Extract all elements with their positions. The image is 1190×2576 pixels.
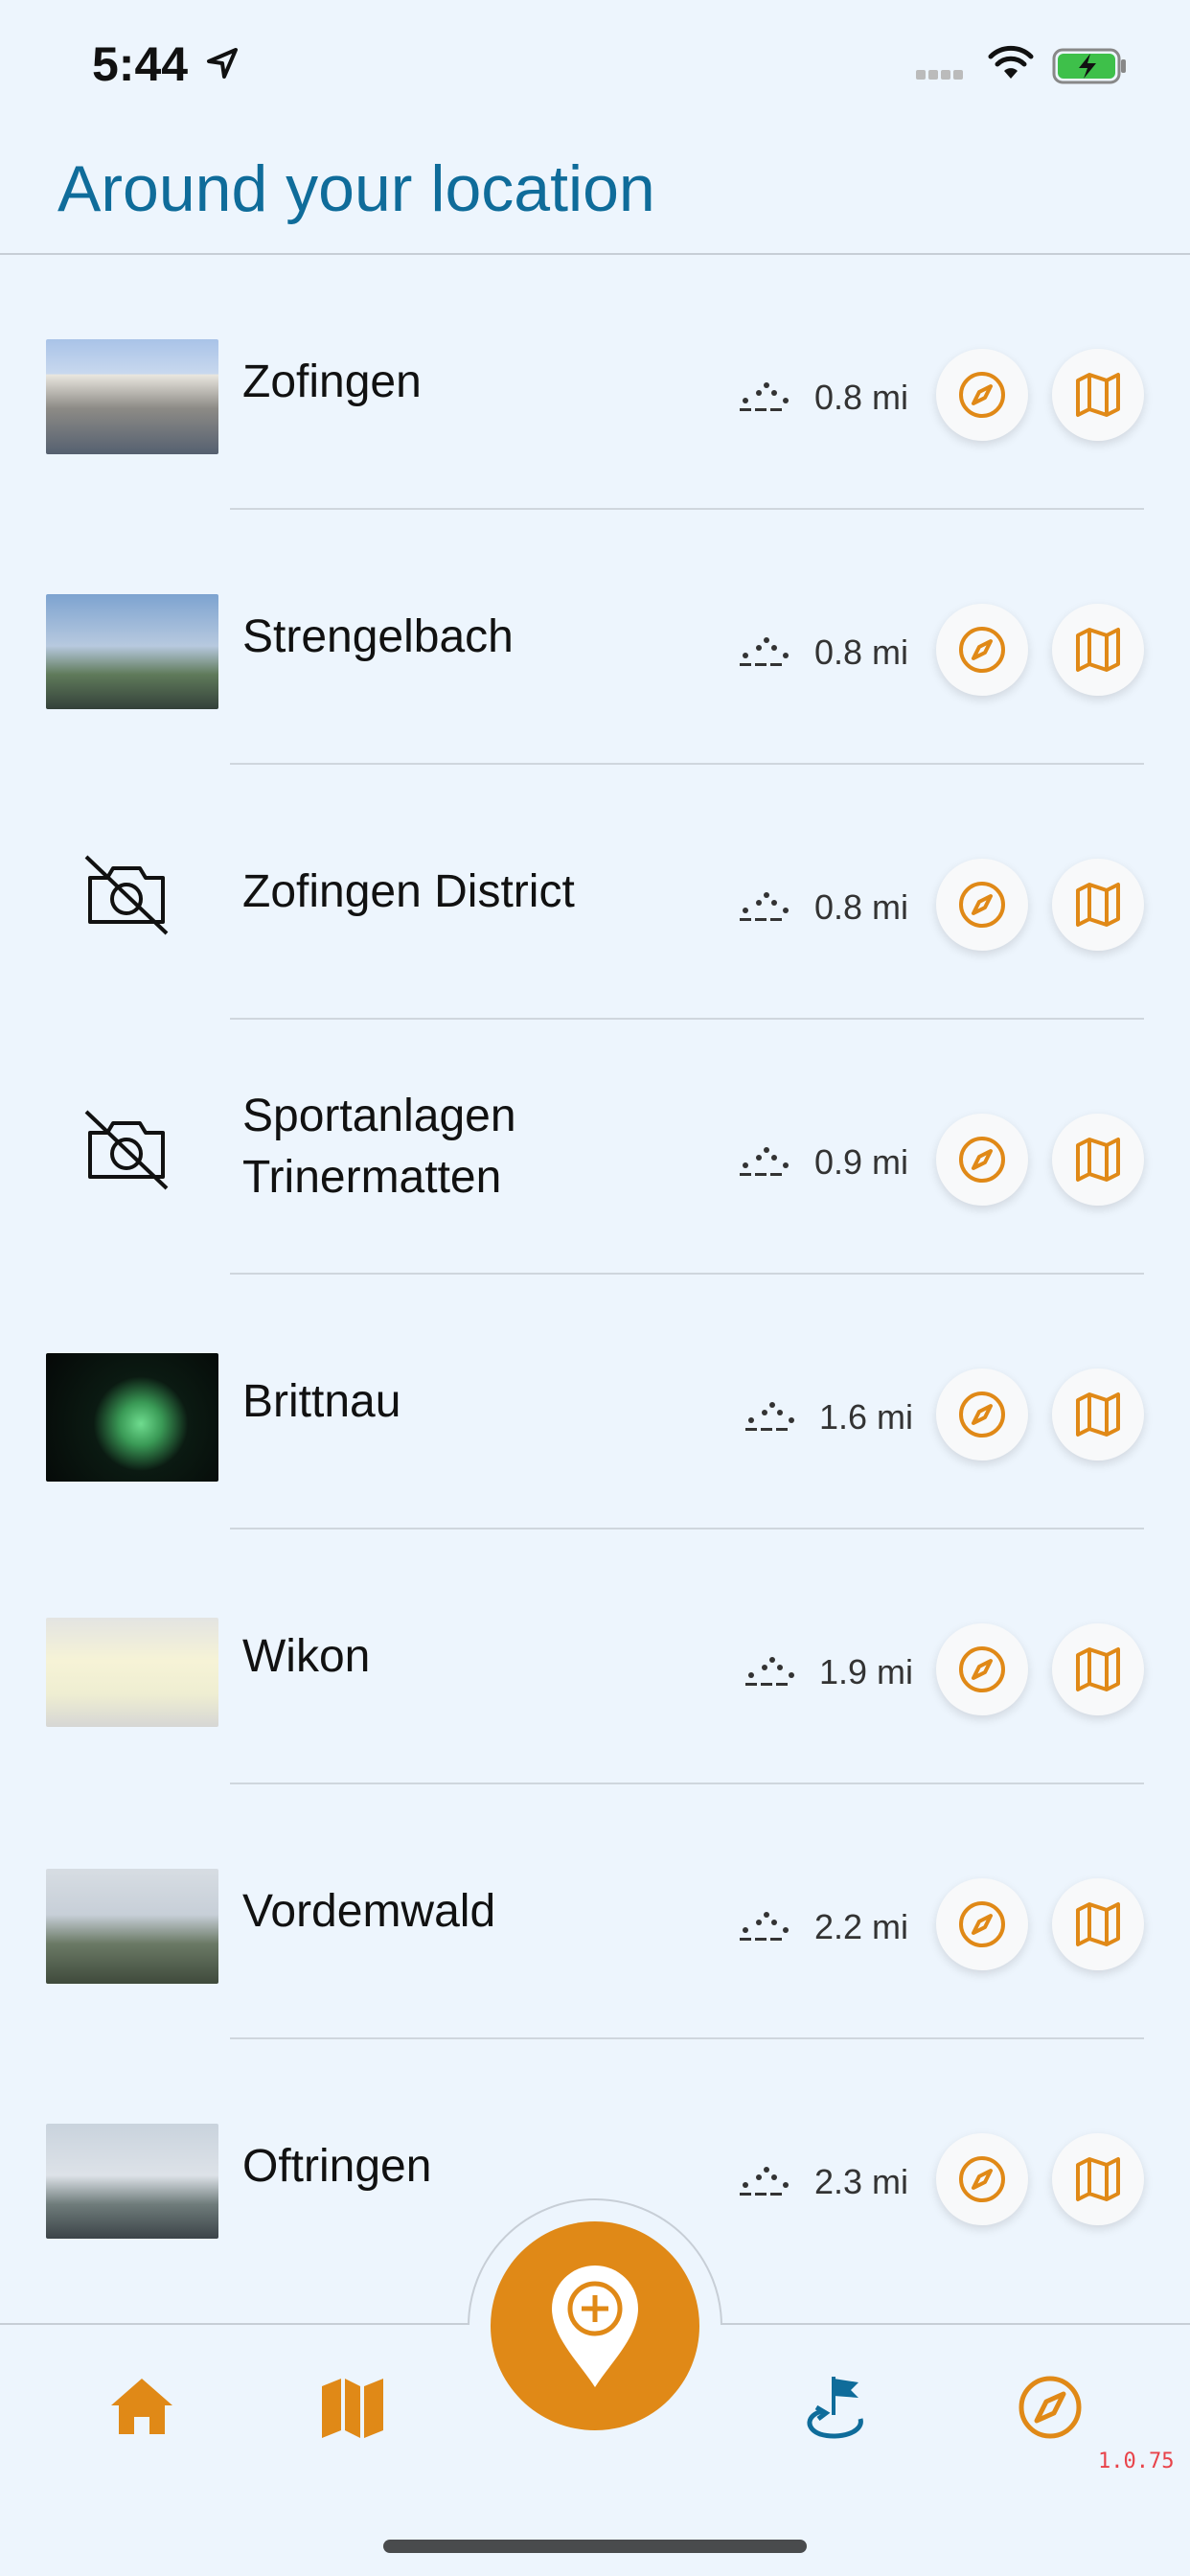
map-button[interactable] [1052,1623,1144,1715]
place-name-line1: Sportanlagen [242,1091,516,1141]
place-name-line2: Trinermatten [242,1152,502,1203]
place-photo [46,2124,218,2239]
place-photo [46,1869,218,1984]
place-photo [46,594,218,709]
map-icon [1076,1647,1120,1691]
compass-icon [959,627,1005,673]
walk-dots-icon [740,1912,789,1941]
distance-label: 2.2 mi [814,1907,909,1946]
distance-label: 1.6 mi [819,1397,914,1437]
distance-label: 0.8 mi [814,887,909,927]
place-name: Oftringen [242,2141,432,2192]
compass-button[interactable] [936,1368,1028,1460]
place-name: Strengelbach [242,611,514,662]
status-bar: 5:44 [0,0,1190,125]
page-title: Around your location [57,152,655,225]
home-icon[interactable] [107,2373,176,2442]
list-item[interactable]: Zofingen 0.8 mi [0,255,1190,510]
list-item[interactable]: Zofingen District 0.8 mi [0,765,1190,1020]
distance-label: 2.3 mi [814,2162,909,2201]
list-item[interactable]: Sportanlagen Trinermatten 0.9 mi [0,1020,1190,1275]
distance-label: 0.8 mi [814,632,909,672]
list-item[interactable]: Strengelbach 0.8 mi [0,510,1190,765]
compass-icon [959,372,1005,418]
compass-button[interactable] [936,859,1028,951]
status-time: 5:44 [92,37,189,91]
walk-dots-icon [740,637,789,666]
places-list: Zofingen 0.8 mi Strengelbach 0.8 mi Zofi… [0,255,1190,2294]
walk-dots-icon [740,382,789,411]
list-item[interactable]: Brittnau 1.6 mi [0,1275,1190,1530]
map-icon [1076,373,1120,417]
place-map-thumbnail [46,1618,218,1727]
compass-icon [959,1392,1005,1438]
no-photo-icon [84,855,169,935]
add-location-icon [552,2266,638,2387]
compass-button[interactable] [936,1878,1028,1970]
flag-route-icon[interactable] [801,2373,870,2442]
map-icon [1076,2157,1120,2201]
map-button[interactable] [1052,1368,1144,1460]
walk-dots-icon [740,892,789,921]
walk-dots-icon [745,1402,794,1431]
map-button[interactable] [1052,1878,1144,1970]
compass-button[interactable] [936,1114,1028,1206]
cellular-signal-icon [916,67,966,84]
compass-icon [959,2156,1005,2202]
compass-button[interactable] [936,604,1028,696]
place-photo [46,1353,218,1482]
place-name: Zofingen District [242,866,575,917]
compass-icon [959,1137,1005,1183]
wifi-icon [988,45,1034,79]
map-icon [1076,1392,1120,1437]
compass-button[interactable] [936,349,1028,441]
list-item[interactable]: Wikon 1.9 mi [0,1530,1190,1784]
walk-dots-icon [740,1147,789,1176]
compass-icon [959,882,1005,928]
place-name: Brittnau [242,1376,401,1427]
version-label: 1.0.75 [1098,2450,1175,2473]
compass-button[interactable] [936,1623,1028,1715]
walk-dots-icon [745,1657,794,1686]
map-icon [1076,1138,1120,1182]
place-name: Vordemwald [242,1886,496,1937]
compass-button[interactable] [936,2133,1028,2225]
distance-label: 1.9 mi [819,1652,914,1691]
place-photo [46,339,218,454]
compass-icon[interactable] [1016,2373,1085,2442]
map-button[interactable] [1052,604,1144,696]
walk-dots-icon [740,2167,789,2196]
no-photo-icon [84,1110,169,1190]
map-icon [1076,628,1120,672]
list-item[interactable]: Vordemwald 2.2 mi [0,1784,1190,2039]
compass-icon [959,1646,1005,1692]
place-name: Wikon [242,1631,371,1682]
add-location-button[interactable] [491,2221,699,2430]
map-button[interactable] [1052,1114,1144,1206]
battery-charging-icon [1052,48,1126,84]
home-indicator[interactable] [383,2540,807,2553]
compass-icon [959,1901,1005,1947]
map-icon[interactable] [318,2373,387,2442]
map-icon [1076,883,1120,927]
distance-label: 0.9 mi [814,1142,909,1182]
map-button[interactable] [1052,859,1144,951]
location-arrow-icon [207,48,238,79]
map-button[interactable] [1052,349,1144,441]
place-name: Zofingen [242,356,422,407]
distance-label: 0.8 mi [814,378,909,417]
map-button[interactable] [1052,2133,1144,2225]
map-icon [1076,1902,1120,1946]
